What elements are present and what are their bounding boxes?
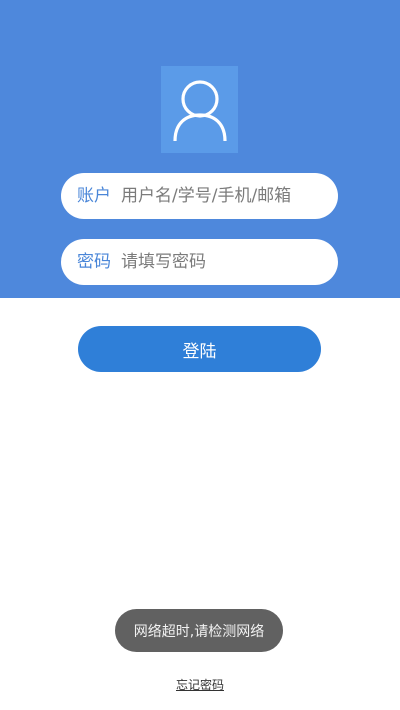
login-button[interactable]: 登陆 [78, 326, 321, 372]
login-screen: 账户 密码 登陆 网络超时,请检测网络 忘记密码 [0, 0, 400, 710]
password-field: 密码 [61, 239, 338, 285]
user-icon [172, 79, 227, 141]
toast-message: 网络超时,请检测网络 [115, 609, 283, 652]
forgot-password-container: 忘记密码 [0, 676, 400, 693]
account-label: 账户 [77, 186, 111, 206]
password-label: 密码 [77, 252, 111, 272]
account-field: 账户 [61, 173, 338, 219]
forgot-password-link[interactable]: 忘记密码 [176, 678, 224, 692]
account-input[interactable] [121, 176, 321, 216]
password-input[interactable] [121, 242, 321, 282]
avatar [161, 66, 238, 153]
